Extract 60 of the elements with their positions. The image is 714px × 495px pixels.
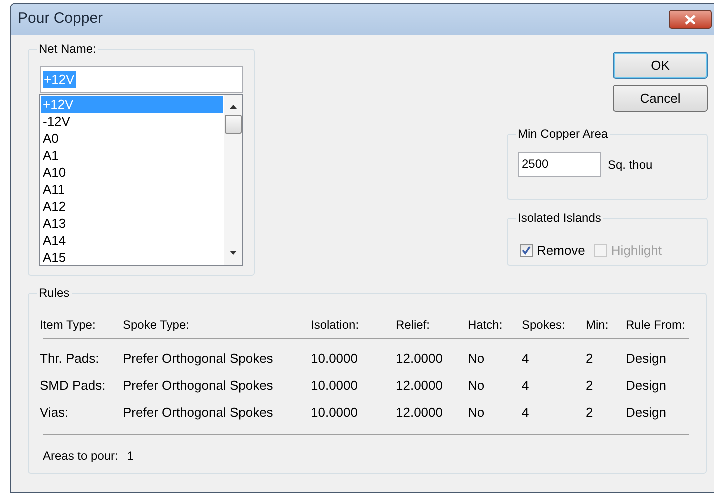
table-cell-text: No <box>468 376 486 395</box>
ok-button[interactable]: OK <box>613 52 708 79</box>
window-title: Pour Copper <box>18 9 104 30</box>
checkbox-label: Highlight <box>611 242 662 260</box>
table-cell-text: 12.0000 <box>396 404 444 422</box>
cancel-button[interactable]: Cancel <box>613 85 708 112</box>
table-cell-text: Design <box>626 376 668 395</box>
net-list-item[interactable]: A0 <box>41 130 223 147</box>
net-list-item[interactable]: A10 <box>41 164 223 181</box>
column-header: Hatch: <box>468 317 504 334</box>
net-list-item[interactable]: A14 <box>41 232 223 249</box>
net-list-item[interactable]: A11 <box>41 181 223 198</box>
column-header: Item Type: <box>40 317 97 334</box>
scroll-down-icon[interactable] <box>230 251 236 255</box>
group-label: Min Copper Area <box>516 126 610 142</box>
table-cell-text: 2 <box>586 350 594 368</box>
close-icon <box>685 14 696 24</box>
areas-count: 1 <box>127 448 134 465</box>
table-cell-text: Design <box>626 404 668 422</box>
table-cell-text: No <box>468 404 486 422</box>
net-list-item[interactable]: A15 <box>41 249 223 266</box>
net-list-item[interactable]: A1 <box>41 147 223 164</box>
column-header: Spoke Type: <box>123 317 190 334</box>
table-cell-text: Vias: <box>40 404 70 422</box>
table-cell-text: 12.0000 <box>396 350 444 368</box>
areas-label: Areas to pour: <box>43 448 118 465</box>
table-cell-text: Thr. Pads: <box>40 350 100 368</box>
min-area-field[interactable]: 2500 <box>518 152 601 177</box>
table-cell-text: Design <box>626 350 668 368</box>
scroll-up-icon[interactable] <box>230 105 236 109</box>
net-list-item[interactable]: A13 <box>41 215 223 232</box>
table-cell-text: 2 <box>586 376 594 395</box>
table-cell-text: Prefer Orthogonal Spokes <box>123 376 274 395</box>
field-value: +12V <box>43 71 76 88</box>
table-cell-text: 10.0000 <box>311 350 359 368</box>
column-header: Rule From: <box>626 317 686 334</box>
column-header: Isolation: <box>311 317 360 334</box>
column-header: Min: <box>586 317 610 334</box>
table-cell-text: 2 <box>586 404 594 422</box>
table-cell-text: Prefer Orthogonal Spokes <box>123 404 274 422</box>
column-header: Relief: <box>396 317 432 334</box>
table-cell-text: SMD Pads: <box>40 376 107 395</box>
table-cell-text: 4 <box>522 350 530 368</box>
table-cell-text: 10.0000 <box>311 376 359 395</box>
table-cell-text: 12.0000 <box>396 376 444 395</box>
table-cell-text: 4 <box>522 376 530 395</box>
unit-label: Sq. thou <box>608 156 653 174</box>
net-list-item[interactable]: -12V <box>41 113 223 130</box>
table-cell-text: 4 <box>522 404 530 422</box>
column-header: Spokes: <box>522 317 566 334</box>
checkbox[interactable] <box>520 244 533 258</box>
table-cell-text: Prefer Orthogonal Spokes <box>123 350 274 368</box>
net-list-item[interactable]: A12 <box>41 198 223 215</box>
checkbox-label: Remove <box>537 242 586 260</box>
scroll-bar[interactable] <box>224 95 242 265</box>
scroll-thumb[interactable] <box>224 115 242 134</box>
table-cell-text: 10.0000 <box>311 404 359 422</box>
table-cell-text: No <box>468 350 486 368</box>
close-button[interactable] <box>669 10 712 29</box>
net-list[interactable]: +12V -12V A0 A1 A10 A11 A12 A13 A14 A15 <box>39 94 243 266</box>
